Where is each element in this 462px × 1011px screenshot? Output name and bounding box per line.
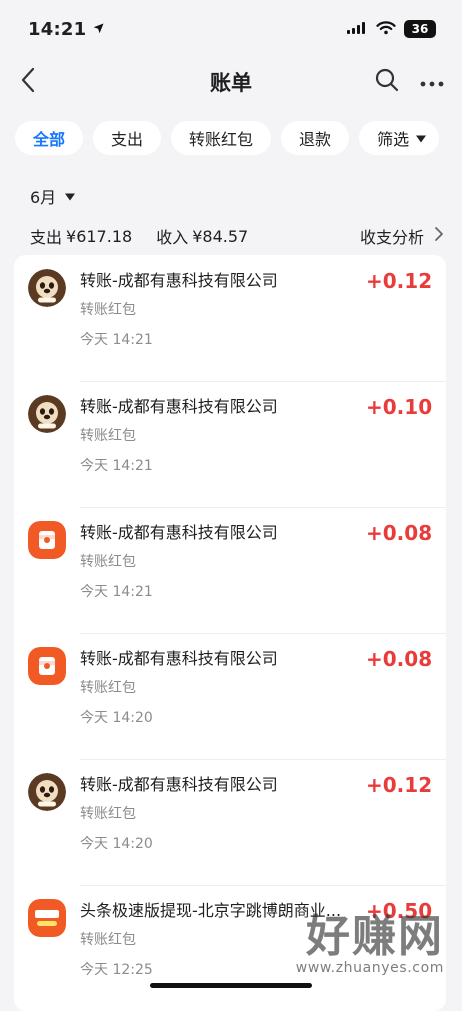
transaction-title: 头条极速版提现-北京字跳博朗商业... [80,901,342,920]
month-dropdown-icon [64,187,76,206]
analysis-link[interactable]: 收支分析 [360,224,444,248]
transaction-category: 转账红包 [80,302,136,318]
transaction-item[interactable]: 转账-成都有惠科技有限公司 转账红包 今天 14:21 +0.10 [14,381,446,507]
transaction-main: 转账-成都有惠科技有限公司 转账红包 今天 14:21 [80,269,358,350]
transaction-amount: +0.50 [366,899,433,923]
cartoon-bear-icon [28,773,66,811]
transaction-time: 今天 14:20 [80,836,153,852]
red-envelope-icon [28,647,66,685]
transaction-title: 转账-成都有惠科技有限公司 [80,397,278,416]
home-indicator [150,983,312,988]
transaction-time: 今天 14:21 [80,332,153,348]
chevron-right-icon [434,226,444,246]
header-bar: 账单 [0,58,462,106]
transaction-item[interactable]: 转账-成都有惠科技有限公司 转账红包 今天 14:20 +0.08 [14,633,446,759]
transaction-item[interactable]: 转账-成都有惠科技有限公司 转账红包 今天 14:20 +0.12 [14,759,446,885]
back-arrow-icon [20,67,36,97]
transaction-item[interactable]: 转账-成都有惠科技有限公司 转账红包 今天 14:21 +0.08 [14,507,446,633]
transaction-title: 转账-成都有惠科技有限公司 [80,649,278,668]
analysis-label: 收支分析 [359,228,424,247]
transaction-amount: +0.08 [366,647,433,671]
transaction-amount: +0.12 [366,269,433,293]
transaction-main: 转账-成都有惠科技有限公司 转账红包 今天 14:21 [80,395,358,476]
page-title: 账单 [210,71,252,95]
battery-indicator: 36 [404,20,436,38]
month-summary: 6月 支出 ¥617.18 收入 ¥84.57 收支分析 [30,184,444,248]
filter-button[interactable]: 筛选 [359,121,440,155]
dropdown-triangle-icon [415,129,427,148]
filter-button-label: 筛选 [377,130,410,149]
expense-summary: 支出 ¥617.18 [30,224,132,248]
signal-icon [346,20,368,39]
transaction-time: 今天 14:21 [80,584,153,600]
income-amount: ¥84.57 [192,226,249,246]
toutiao-logo-icon [28,899,66,937]
transaction-category: 转账红包 [80,428,136,444]
transaction-time: 今天 12:25 [80,962,153,978]
cartoon-bear-icon [28,269,66,307]
filter-tab-refund[interactable]: 退款 [281,121,350,155]
transaction-amount: +0.08 [366,521,433,545]
transaction-main: 头条极速版提现-北京字跳博朗商业... 转账红包 今天 12:25 [80,899,358,980]
transaction-list: 转账-成都有惠科技有限公司 转账红包 今天 14:21 +0.12 转账-成都有… [14,255,446,1011]
more-options-icon[interactable] [420,73,444,92]
expense-amount: ¥617.18 [66,226,133,246]
month-selector[interactable]: 6月 [30,184,444,208]
summary-left: 支出 ¥617.18 收入 ¥84.57 [30,224,248,248]
month-label: 6月 [30,188,57,207]
transaction-category: 转账红包 [80,932,136,948]
transaction-main: 转账-成都有惠科技有限公司 转账红包 今天 14:20 [80,773,358,854]
status-left: 14:21 [28,19,105,40]
transaction-main: 转账-成都有惠科技有限公司 转账红包 今天 14:20 [80,647,358,728]
transaction-amount: +0.12 [366,773,433,797]
income-label: 收入 [156,228,189,247]
transaction-title: 转账-成都有惠科技有限公司 [80,523,278,542]
transaction-title: 转账-成都有惠科技有限公司 [80,775,278,794]
search-icon[interactable] [374,67,400,97]
transaction-category: 转账红包 [80,554,136,570]
filter-tab-all[interactable]: 全部 [15,121,84,155]
transaction-item[interactable]: 转账-成都有惠科技有限公司 转账红包 今天 14:21 +0.12 [14,255,446,381]
status-time: 14:21 [28,18,87,40]
summary-totals: 支出 ¥617.18 收入 ¥84.57 收支分析 [30,224,444,248]
red-envelope-icon [28,521,66,559]
cartoon-bear-icon [28,395,66,433]
header-actions [374,67,444,97]
transaction-amount: +0.10 [366,395,433,419]
filter-tab-expense[interactable]: 支出 [93,121,162,155]
wifi-icon [376,20,396,39]
filter-tab-transfer-redpacket[interactable]: 转账红包 [171,121,272,155]
status-bar: 14:21 36 [0,0,462,58]
filter-tabs: 全部 支出 转账红包 退款 筛选 [15,121,462,155]
expense-label: 支出 [30,228,63,247]
transaction-category: 转账红包 [80,806,136,822]
status-right: 36 [346,20,436,39]
transaction-main: 转账-成都有惠科技有限公司 转账红包 今天 14:21 [80,521,358,602]
transaction-time: 今天 14:20 [80,710,153,726]
transaction-category: 转账红包 [80,680,136,696]
transaction-time: 今天 14:21 [80,458,153,474]
transaction-title: 转账-成都有惠科技有限公司 [80,271,278,290]
transaction-item[interactable]: 头条极速版提现-北京字跳博朗商业... 转账红包 今天 12:25 +0.50 [14,885,446,1011]
income-summary: 收入 ¥84.57 [156,224,248,248]
location-arrow-icon [92,19,105,40]
back-button[interactable] [14,66,42,98]
